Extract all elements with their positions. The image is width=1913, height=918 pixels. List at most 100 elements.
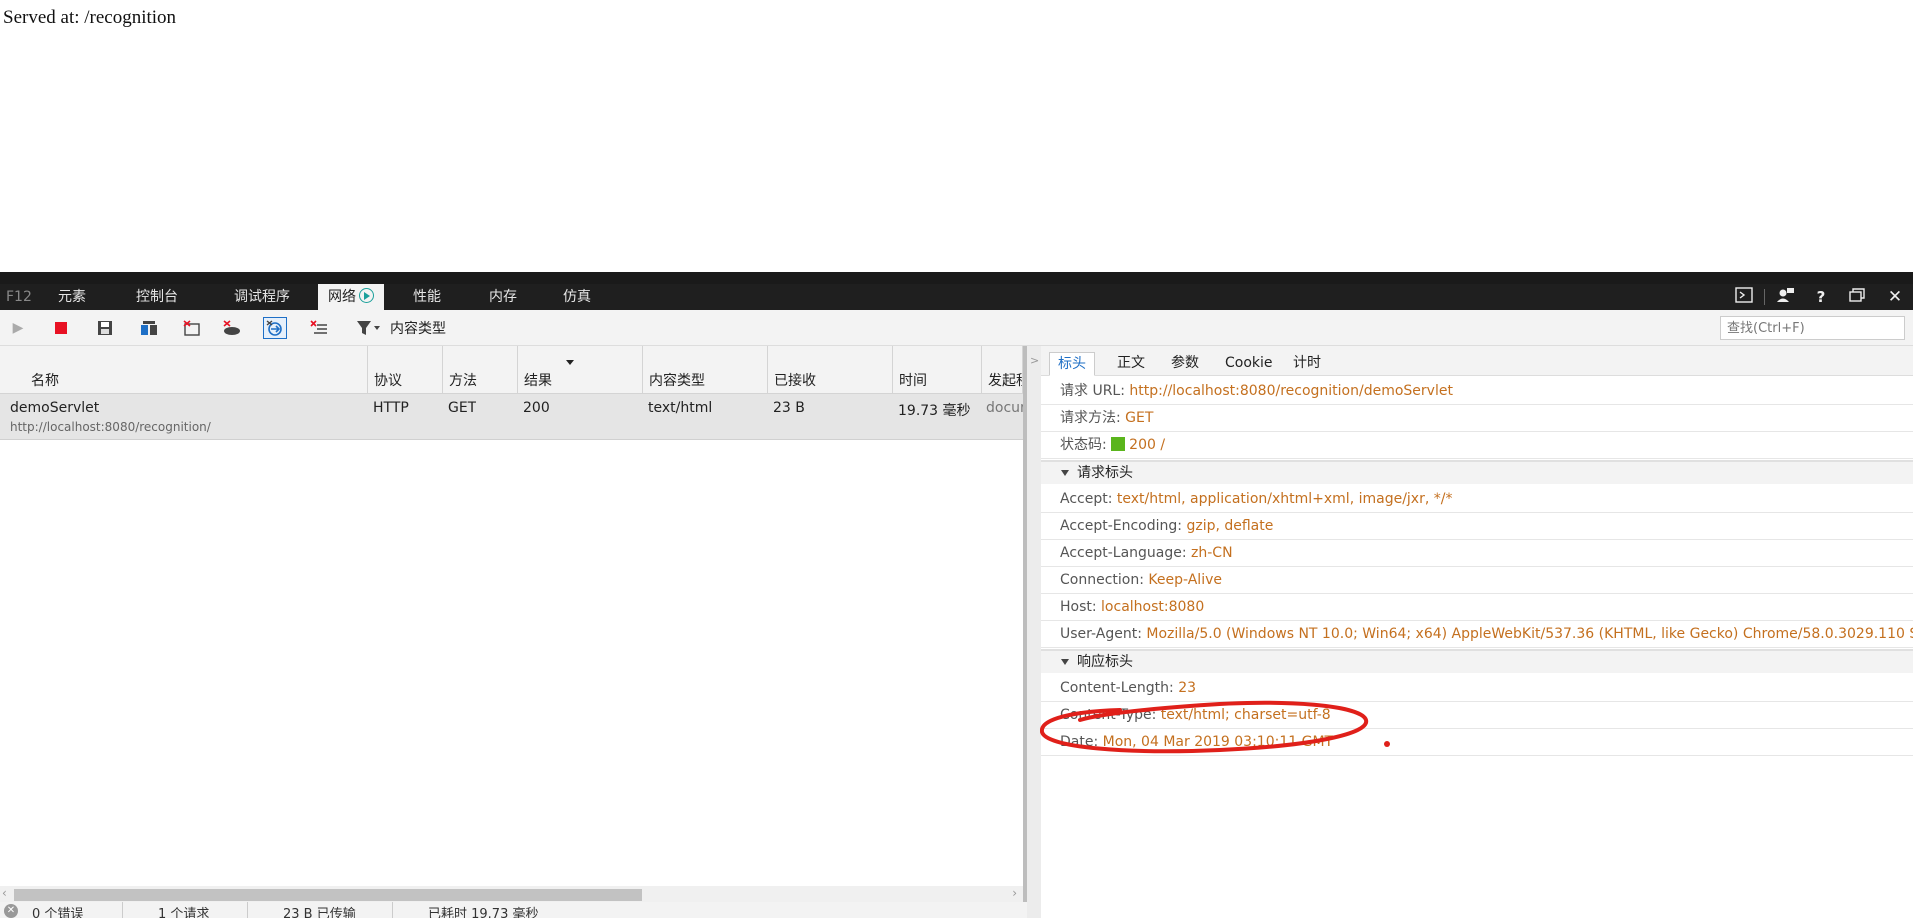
filter-icon[interactable] (354, 317, 384, 339)
search-input[interactable] (1720, 316, 1905, 340)
status-divider (122, 902, 123, 918)
tab-performance[interactable]: 性能 (413, 284, 441, 310)
collapse-details-button[interactable]: > (1027, 346, 1041, 918)
header-value: Keep-Alive (1148, 572, 1222, 588)
scrollbar-thumb[interactable] (14, 889, 642, 901)
status-ok-icon (1111, 437, 1126, 451)
response-headers-section[interactable]: 响应标头 (1041, 649, 1913, 673)
record-play-icon (359, 288, 374, 303)
clear-entries-icon[interactable] (307, 317, 331, 339)
tab-network[interactable]: 网络 (318, 284, 384, 310)
horizontal-scrollbar[interactable]: ‹ › (0, 886, 1023, 902)
save-icon[interactable] (93, 317, 117, 339)
content-type-filter-label[interactable]: 内容类型 (390, 318, 446, 338)
header-value: http://localhost:8080/recognition/demoSe… (1129, 383, 1453, 399)
expand-triangle-icon (1061, 659, 1069, 665)
request-method-row: 请求方法: GET (1041, 405, 1913, 432)
play-icon[interactable]: ▶ (6, 317, 30, 339)
status-errors: 0 个错误 (32, 907, 84, 918)
table-row[interactable]: demoServlet http://localhost:8080/recogn… (0, 394, 1023, 440)
tab-console[interactable]: 控制台 (136, 284, 178, 310)
stop-icon[interactable] (49, 317, 73, 339)
header-row: Host: localhost:8080 (1041, 594, 1913, 621)
column-header-initiator[interactable]: 发起程序 (982, 346, 1023, 394)
tab-emulation[interactable]: 仿真 (563, 284, 591, 310)
column-label-initiator: 发起程序 (988, 373, 1022, 389)
help-icon[interactable]: ? (1810, 287, 1832, 307)
devtools-splitter[interactable] (0, 272, 1913, 288)
header-key: Host: (1060, 599, 1102, 615)
status-elapsed: 已耗时 19.73 毫秒 (428, 907, 539, 918)
header-key: Accept: (1060, 491, 1117, 507)
header-value: zh-CN (1191, 545, 1233, 561)
served-text: Served at: /recognition (3, 7, 177, 28)
tab-timings[interactable]: 计时 (1285, 352, 1329, 376)
column-header-result[interactable]: 结果 (518, 346, 643, 394)
status-divider (392, 902, 393, 918)
header-row: Connection: Keep-Alive (1041, 567, 1913, 594)
tab-elements[interactable]: 元素 (58, 284, 86, 310)
status-transferred: 23 B 已传输 (283, 907, 356, 918)
header-value: localhost:8080 (1101, 599, 1205, 615)
header-key: 请求 URL: (1060, 383, 1130, 399)
request-url-row: 请求 URL: http://localhost:8080/recognitio… (1041, 378, 1913, 405)
header-value: text/html; charset=utf-8 (1160, 707, 1331, 723)
feedback-icon[interactable] (1774, 287, 1796, 307)
header-key: User-Agent: (1060, 626, 1147, 642)
sort-descending-icon (566, 360, 574, 365)
scroll-right-icon[interactable]: › (1012, 886, 1017, 900)
toolbar-separator (1764, 289, 1765, 305)
column-label-received: 已接收 (774, 373, 816, 389)
console-icon[interactable] (1733, 287, 1755, 307)
column-label-name: 名称 (31, 373, 59, 389)
section-title: 请求标头 (1077, 465, 1133, 481)
column-header-method[interactable]: 方法 (443, 346, 518, 394)
column-label-result: 结果 (524, 373, 552, 389)
column-label-protocol: 协议 (374, 373, 402, 389)
header-row: User-Agent: Mozilla/5.0 (Windows NT 10.0… (1041, 621, 1913, 648)
header-row: Content-Type: text/html; charset=utf-8 (1041, 702, 1913, 729)
column-header-name[interactable]: 名称 (0, 346, 368, 394)
tab-debugger[interactable]: 调试程序 (234, 284, 290, 310)
undock-icon[interactable] (1846, 287, 1868, 307)
request-time: 19.73 毫秒 (898, 403, 971, 419)
header-key: 状态码: (1060, 437, 1112, 453)
request-list-panel: 名称 协议 方法 结果 内容类型 已接收 时间 发起程序 demoServlet… (0, 346, 1023, 902)
close-icon[interactable]: ✕ (1884, 287, 1906, 307)
always-refresh-icon[interactable] (263, 317, 287, 339)
request-received: 23 B (773, 400, 805, 416)
import-icon[interactable] (137, 317, 161, 339)
tab-network-label: 网络 (328, 289, 356, 305)
header-row: Accept: text/html, application/xhtml+xml… (1041, 486, 1913, 513)
clear-session-icon[interactable] (180, 317, 204, 339)
tab-memory[interactable]: 内存 (489, 284, 517, 310)
tab-headers[interactable]: 标头 (1049, 352, 1095, 376)
error-icon: ✕ (4, 904, 18, 918)
header-value: 200 / (1129, 437, 1166, 453)
clear-cache-icon[interactable] (220, 317, 244, 339)
status-code-row: 状态码: 200 / (1041, 432, 1913, 459)
collapse-chevron-icon: > (1030, 354, 1040, 367)
tab-body[interactable]: 正文 (1109, 352, 1153, 376)
column-header-received[interactable]: 已接收 (768, 346, 893, 394)
header-key: Date: (1060, 734, 1103, 750)
column-header-content-type[interactable]: 内容类型 (643, 346, 768, 394)
header-value: GET (1125, 410, 1154, 426)
request-headers-section[interactable]: 请求标头 (1041, 460, 1913, 484)
header-key: Content-Type: (1060, 707, 1161, 723)
splitter-grip-icon[interactable] (942, 276, 966, 288)
header-value: gzip, deflate (1186, 518, 1274, 534)
section-title: 响应标头 (1077, 654, 1133, 670)
column-header-time[interactable]: 时间 (893, 346, 982, 394)
scroll-left-icon[interactable]: ‹ (2, 886, 7, 900)
status-divider (247, 902, 248, 918)
tab-cookies[interactable]: Cookie (1217, 352, 1281, 376)
status-bar: ✕ 0 个错误 1 个请求 23 B 已传输 已耗时 19.73 毫秒 (0, 902, 1027, 918)
tab-parameters[interactable]: 参数 (1163, 352, 1207, 376)
request-name: demoServlet (10, 400, 100, 416)
header-key: Accept-Language: (1060, 545, 1192, 561)
request-initiator: document (986, 400, 1023, 416)
header-key: 请求方法: (1060, 410, 1126, 426)
request-protocol: HTTP (373, 400, 409, 416)
column-header-protocol[interactable]: 协议 (368, 346, 443, 394)
